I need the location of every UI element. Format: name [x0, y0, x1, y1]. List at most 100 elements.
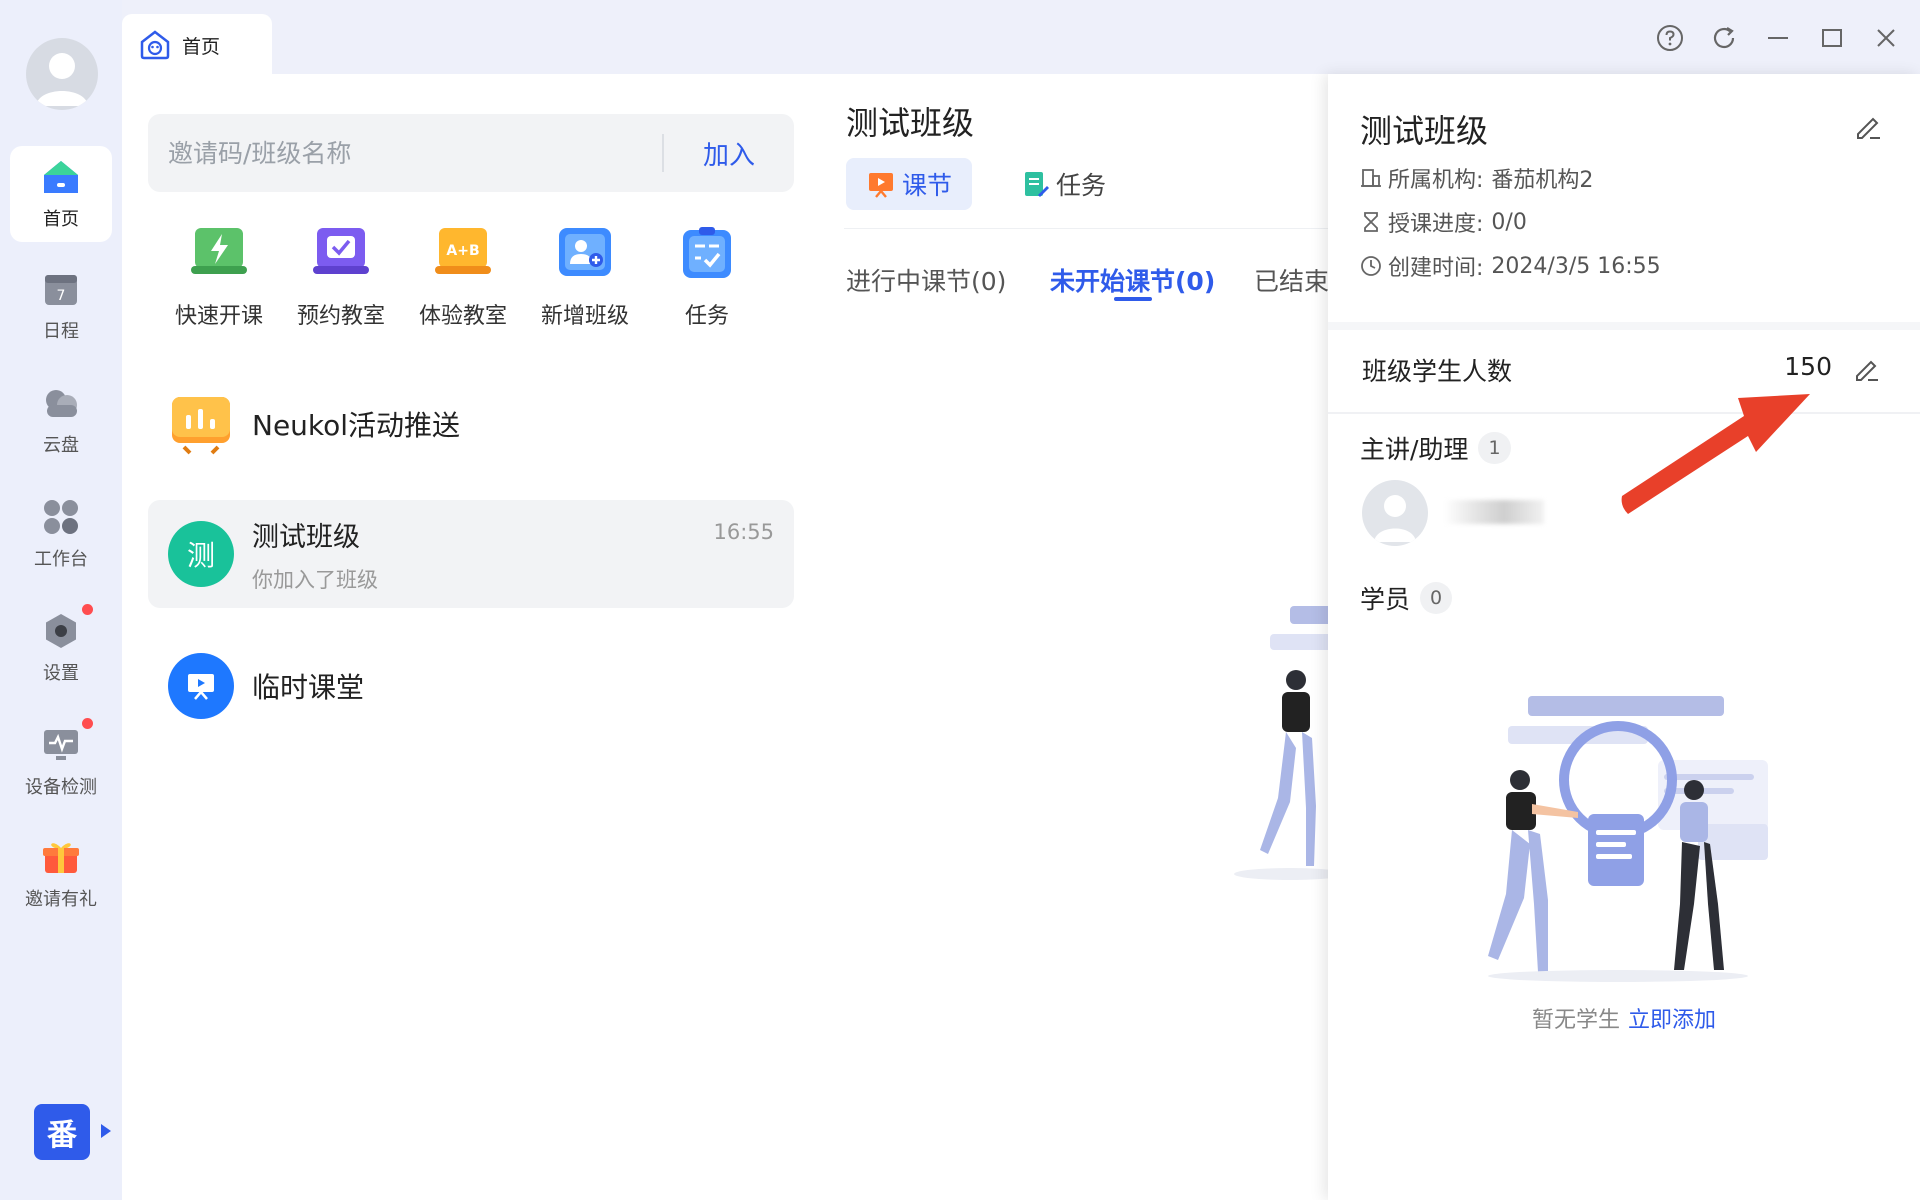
workbench-icon — [44, 500, 78, 534]
tab-lessons[interactable]: 课节 — [846, 158, 973, 210]
refresh-icon — [1713, 27, 1735, 49]
tab-home[interactable]: 首页 — [122, 14, 272, 76]
close-window-button[interactable] — [1870, 22, 1902, 54]
hourglass-icon — [1364, 212, 1378, 232]
rail-item-label: 日程 — [43, 321, 79, 342]
created-label: 创建时间: — [1388, 256, 1484, 281]
org-label: 所属机构: — [1388, 168, 1484, 193]
tab-tasks-label: 任务 — [1056, 171, 1107, 200]
book-classroom-icon — [313, 228, 369, 274]
home-icon — [44, 161, 78, 193]
quick-start-class-button[interactable]: 快速开课 — [158, 224, 280, 330]
quick-action-label: 体验教室 — [418, 304, 507, 329]
help-button[interactable] — [1654, 22, 1686, 54]
invite-code-input[interactable] — [148, 114, 662, 192]
created-value: 2024/3/5 16:55 — [1491, 253, 1661, 279]
rail-item-schedule[interactable]: 7 日程 — [10, 258, 112, 354]
task-icon — [683, 227, 731, 278]
student-count-value: 150 — [1784, 352, 1832, 381]
students-label: 学员 — [1360, 585, 1411, 614]
user-avatar-icon — [36, 53, 88, 106]
students-count-badge: 0 — [1420, 582, 1453, 614]
temp-class-title: 临时课堂 — [252, 671, 365, 704]
building-icon — [1361, 169, 1381, 187]
promo-chart-icon — [172, 397, 230, 455]
settings-notification-dot — [82, 604, 93, 615]
edit-student-count-icon[interactable] — [1852, 354, 1882, 384]
minimize-button[interactable] — [1762, 22, 1794, 54]
clock-icon — [1361, 256, 1381, 276]
promo-title: Neukol活动推送 — [252, 409, 461, 442]
device-check-notification-dot — [82, 718, 93, 729]
rail-item-device-check[interactable]: 设备检测 — [10, 714, 112, 810]
presentation-icon — [188, 674, 214, 700]
teachers-label: 主讲/助理 — [1360, 435, 1469, 464]
edit-title-icon[interactable] — [1852, 110, 1884, 142]
progress-value: 0/0 — [1491, 209, 1527, 235]
sub-tab-not-started[interactable]: 未开始课节(0) — [1050, 262, 1215, 298]
teachers-count-badge: 1 — [1478, 432, 1511, 464]
progress-label: 授课进度: — [1388, 212, 1484, 237]
rail-item-settings[interactable]: 设置 — [10, 600, 112, 696]
rail-item-cloud[interactable]: 云盘 — [10, 372, 112, 468]
class-detail-title: 测试班级 — [846, 104, 975, 142]
cloud-drive-icon — [46, 390, 77, 417]
add-class-button[interactable]: 新增班级 — [524, 224, 646, 330]
teacher-name-blurred — [1444, 500, 1544, 524]
rail-item-label: 设备检测 — [25, 777, 97, 798]
class-info-drawer: 测试班级 所属机构: 番茄机构2 授课进度: 0/0 创建时间: 2024/3/… — [1328, 74, 1920, 1200]
maximize-button[interactable] — [1816, 22, 1848, 54]
class-avatar-badge: 测 — [168, 521, 234, 587]
join-button[interactable]: 加入 — [664, 114, 794, 192]
user-avatar[interactable] — [26, 38, 98, 110]
help-icon — [1657, 25, 1683, 51]
task-tab-icon — [1025, 172, 1049, 197]
class-item-text: 测试班级 你加入了班级 — [252, 515, 378, 594]
task-button[interactable]: 任务 — [646, 224, 768, 330]
drawer-title: 测试班级 — [1360, 112, 1489, 150]
book-classroom-button[interactable]: 预约教室 — [280, 224, 402, 330]
sub-tab-indicator — [1114, 297, 1152, 301]
tab-tasks[interactable]: 任务 — [1000, 158, 1126, 210]
search-bar: 加入 — [148, 114, 794, 192]
org-value: 番茄机构2 — [1491, 168, 1594, 193]
rail-item-label: 云盘 — [43, 435, 79, 456]
maximize-icon — [1822, 29, 1842, 47]
calendar-icon: 7 — [45, 275, 77, 305]
sub-tab-finished[interactable]: 已结束 — [1254, 262, 1329, 298]
tab-home-label: 首页 — [182, 35, 221, 58]
trial-classroom-button[interactable]: A+B 体验教室 — [402, 224, 524, 330]
trial-classroom-icon: A+B — [435, 228, 491, 274]
class-item-time: 16:55 — [713, 520, 774, 544]
app-logo[interactable]: 番 — [34, 1104, 90, 1160]
tabs-divider — [844, 228, 1328, 229]
minimize-icon — [1768, 37, 1788, 39]
add-class-icon — [559, 228, 611, 276]
settings-icon — [46, 614, 76, 648]
add-student-link[interactable]: 立即添加 — [1628, 1008, 1716, 1033]
drawer-org-row: 所属机构: 番茄机构2 — [1360, 162, 1593, 194]
expand-arrow-icon[interactable] — [101, 1124, 111, 1138]
list-item-class[interactable]: 测 测试班级 你加入了班级 16:55 — [148, 500, 794, 608]
refresh-button[interactable] — [1708, 22, 1740, 54]
temp-class-badge — [168, 653, 234, 719]
class-item-title: 测试班级 — [252, 521, 360, 553]
rail-item-workbench[interactable]: 工作台 — [10, 486, 112, 582]
calendar-day-text: 7 — [57, 288, 66, 304]
teacher-avatar[interactable] — [1362, 480, 1428, 546]
list-item-temp-class[interactable]: 临时课堂 — [148, 646, 794, 726]
list-item-promo[interactable]: Neukol活动推送 — [148, 386, 794, 462]
sub-tab-in-progress[interactable]: 进行中课节(0) — [846, 262, 1006, 298]
rail-item-home[interactable]: 首页 — [10, 146, 112, 242]
teacher-avatar-icon — [1374, 495, 1416, 542]
rail-item-label: 设置 — [43, 663, 79, 684]
device-check-icon — [44, 730, 78, 760]
class-item-subtitle: 你加入了班级 — [252, 567, 378, 592]
gift-icon — [43, 843, 79, 873]
empty-lessons-illustration — [1234, 606, 1340, 880]
rail-item-invite[interactable]: 邀请有礼 — [10, 826, 112, 922]
empty-students-text: 暂无学生 — [1531, 1008, 1620, 1033]
quick-action-label: 预约教室 — [296, 304, 385, 329]
quick-actions: 快速开课 预约教室 A+B 体验教室 新增班级 任务 — [158, 224, 768, 330]
rail-item-label: 首页 — [43, 209, 79, 230]
